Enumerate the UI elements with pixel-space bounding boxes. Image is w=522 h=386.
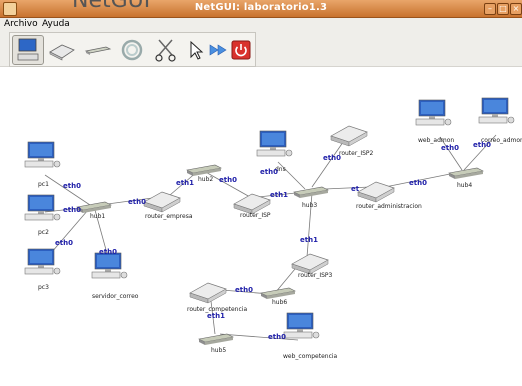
hub3-icon[interactable] <box>293 186 329 199</box>
web-admon-icon[interactable] <box>415 99 452 126</box>
iface-dns-eth0: eth0 <box>260 168 278 176</box>
router-isp2-icon[interactable] <box>330 125 368 147</box>
pc1-icon[interactable] <box>24 141 61 168</box>
servidor-correo-icon[interactable] <box>91 252 128 279</box>
cut-tool-button[interactable] <box>150 35 182 65</box>
toolbar-group <box>9 32 256 67</box>
router-empresa-icon[interactable] <box>143 191 181 213</box>
iface-isp2-eth0: eth0 <box>323 154 341 162</box>
router-icon <box>49 44 75 61</box>
network-canvas[interactable]: pc1 pc2 pc3 servidor_correo hub1 router_… <box>0 67 522 386</box>
hub4-icon[interactable] <box>448 167 484 180</box>
iface-empresa-eth0: eth0 <box>128 198 146 206</box>
iface-empresa-eth1: eth1 <box>176 179 194 187</box>
iface-webcomp-eth0: eth0 <box>268 333 286 341</box>
router-isp3-icon[interactable] <box>291 253 329 275</box>
minimize-icon[interactable]: – <box>484 3 496 15</box>
router-tool-button[interactable] <box>46 35 78 65</box>
router-isp-label: router_ISP <box>240 212 271 219</box>
dns-icon[interactable] <box>256 130 293 157</box>
hub6-label: hub6 <box>272 299 287 306</box>
network-diagram: pc1 pc2 pc3 servidor_correo hub1 router_… <box>24 97 522 360</box>
iface-admin-eth-partial: et <box>351 185 360 193</box>
hub3-label: hub3 <box>302 202 317 209</box>
iface-correoadmon-eth0: eth0 <box>473 141 491 149</box>
menu-bar: Archivo Ayuda <box>0 18 522 32</box>
close-icon[interactable]: × <box>510 3 522 15</box>
toolbar <box>0 32 522 67</box>
computer-icon <box>17 38 39 61</box>
iface-isp3-eth1: eth1 <box>300 236 318 244</box>
router-isp2-label: router_ISP2 <box>339 150 374 157</box>
pointer-icon <box>190 40 204 60</box>
router-administracion-label: router_administracion <box>356 203 422 210</box>
pc3-label: pc3 <box>38 284 49 291</box>
iface-webadmon-eth0: eth0 <box>441 144 459 152</box>
hub1-label: hub1 <box>90 213 105 220</box>
iface-isp-eth1: eth1 <box>270 191 288 199</box>
hub5-icon[interactable] <box>198 333 234 346</box>
hub2-icon[interactable] <box>186 164 222 177</box>
hub2-label: hub2 <box>198 176 213 183</box>
correo-admon-icon[interactable] <box>478 97 515 124</box>
iface-pc3-eth0: eth0 <box>55 239 73 247</box>
web-competencia-icon[interactable] <box>283 312 320 339</box>
iface-servidor-eth0: eth0 <box>99 248 117 256</box>
web-competencia-label: web_competencia <box>283 353 338 360</box>
router-administracion-icon[interactable] <box>357 181 395 203</box>
router-empresa-label: router_empresa <box>145 213 193 220</box>
iface-competencia-eth0: eth0 <box>235 286 253 294</box>
computer-tool-button[interactable] <box>12 35 44 65</box>
hub-icon <box>84 46 112 55</box>
scissors-icon <box>155 39 176 62</box>
iface-pc1-eth0: eth0 <box>63 182 81 190</box>
iface-isp-eth0: eth0 <box>219 176 237 184</box>
fast-forward-icon <box>209 44 227 56</box>
iface-competencia-eth1: eth1 <box>207 312 225 320</box>
router-isp3-label: router_ISP3 <box>298 272 333 279</box>
maximize-icon[interactable]: □ <box>497 3 509 15</box>
cable-tool-button[interactable] <box>116 35 148 65</box>
pc2-label: pc2 <box>38 229 49 236</box>
iface-admin-eth0: eth0 <box>409 179 427 187</box>
cables <box>44 134 497 341</box>
play-tool-button[interactable] <box>207 37 229 63</box>
web-admon-label: web_admon <box>418 137 454 144</box>
pc1-label: pc1 <box>38 181 49 188</box>
router-isp-icon[interactable] <box>233 193 271 215</box>
pc3-icon[interactable] <box>24 248 61 275</box>
menu-ayuda[interactable]: Ayuda <box>42 19 70 29</box>
power-icon <box>231 40 251 60</box>
iface-pc2-eth0: eth0 <box>63 206 81 214</box>
window-title: NetGUI: laboratorio1.3 <box>194 2 328 13</box>
router-competencia-icon[interactable] <box>189 282 227 304</box>
menu-archivo[interactable]: Archivo <box>4 19 38 29</box>
hub-tool-button[interactable] <box>82 35 114 65</box>
hub4-label: hub4 <box>457 182 472 189</box>
hub5-label: hub5 <box>211 347 226 354</box>
servidor-correo-label: servidor_correo <box>92 293 139 300</box>
pc2-icon[interactable] <box>24 194 61 221</box>
title-bar: NetGUI NetGUI: laboratorio1.3 – □ × <box>0 0 522 18</box>
hub1-icon[interactable] <box>76 201 112 214</box>
cable-icon <box>121 39 143 61</box>
power-tool-button[interactable] <box>230 37 252 63</box>
select-tool-button[interactable] <box>184 37 206 63</box>
